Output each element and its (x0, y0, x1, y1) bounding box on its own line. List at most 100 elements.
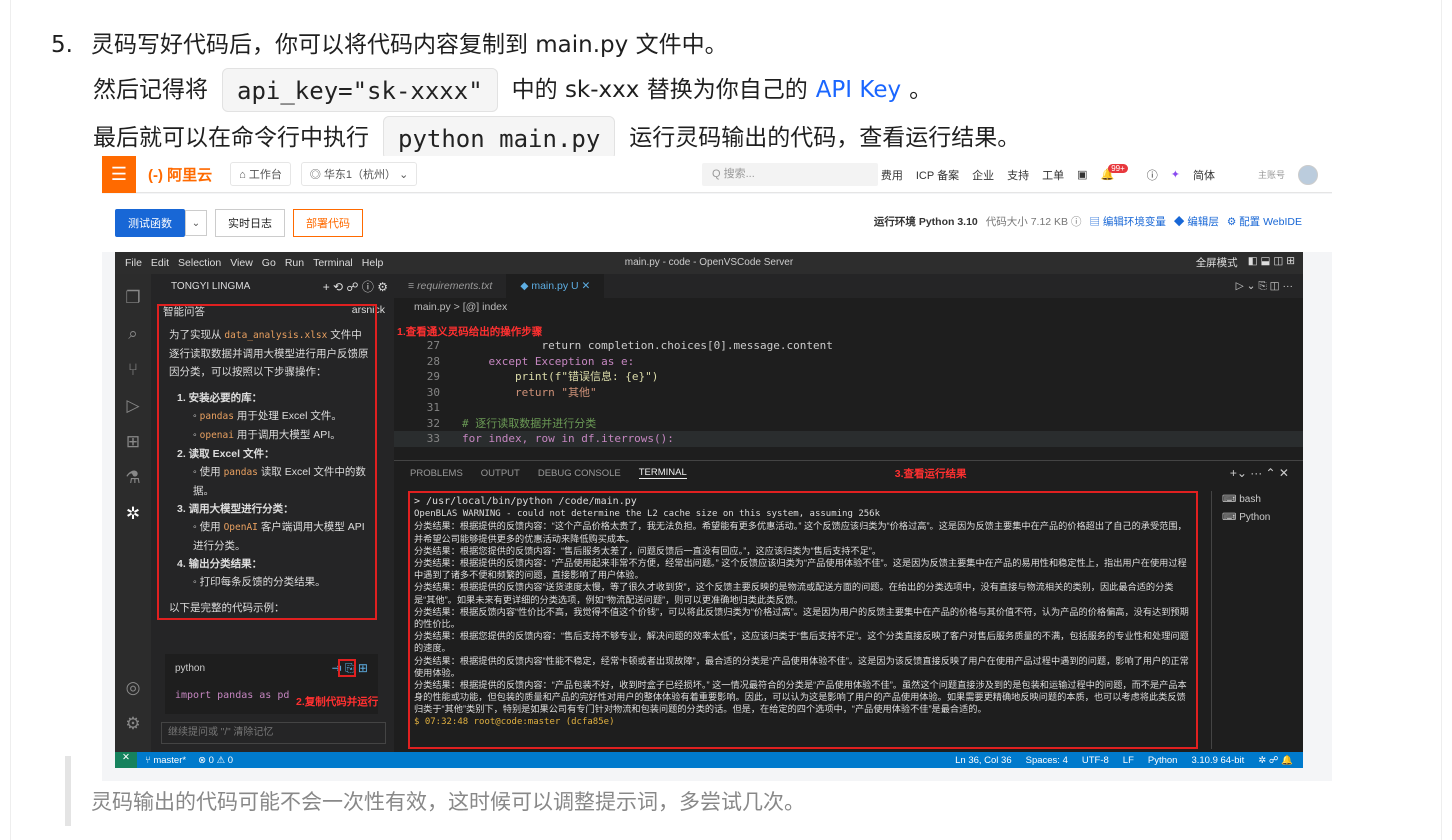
code-line: 28 except Exception as e: (426, 354, 635, 368)
nav-icp[interactable]: ICP 备案 (916, 167, 959, 183)
aliyun-logo[interactable]: (-) 阿里云 (148, 164, 212, 185)
lang-switch[interactable]: 简体 (1193, 167, 1215, 183)
tab-terminal[interactable]: TERMINAL (638, 467, 687, 479)
quote-text: 灵码输出的代码可能不会一次性有效，这时候可以调整提示词，多尝试几次。 (91, 790, 805, 814)
nav-ticket[interactable]: 工单 (1042, 167, 1064, 183)
realtime-log-button[interactable]: 实时日志 (215, 209, 285, 237)
terminal-prompt: $ 07:32:48 root@code:master (dcfa85e) (414, 716, 615, 727)
breadcrumb[interactable]: main.py > [@] index (394, 298, 1303, 316)
screenshot-image: ☰ (-) 阿里云 ⌂ 工作台 ◎ 华东1（杭州） ⌄ Q 搜索... 费用 I… (102, 156, 1332, 781)
account-label[interactable]: 主账号 (1258, 168, 1285, 181)
inline-code-command: python main.py (383, 116, 616, 160)
function-toolbar: 测试函数 ⌄ 实时日志 部署代码 运行环境 Python 3.10 代码大小 7… (102, 194, 1332, 252)
account-icon[interactable]: ◎ (121, 676, 145, 700)
tab-requirements[interactable]: ≡ requirements.txt (394, 280, 506, 292)
terminal-line: 分类结果：根据您提供的反馈内容：“售后支持不够专业，解决问题的效率太低”，这应该… (414, 631, 1189, 654)
branch-status[interactable]: ⑂ master* (145, 755, 186, 766)
encoding-status[interactable]: UTF-8 (1082, 755, 1109, 766)
problems-status[interactable]: ⊗ 0 ⚠ 0 (198, 755, 233, 766)
code-lines: 27 return completion.choices[0].message.… (394, 316, 1303, 447)
nav-enterprise[interactable]: 企业 (972, 167, 994, 183)
tongyi-lingma-icon[interactable]: ✲ (121, 502, 145, 526)
text: 。 (909, 77, 933, 103)
tab-debug-console[interactable]: DEBUG CONSOLE (538, 468, 621, 479)
search-icon[interactable]: ⌕ (121, 322, 145, 346)
annotation-label-3: 3.查看运行结果 (894, 467, 967, 480)
language-status[interactable]: Python (1148, 755, 1178, 766)
menu-icon[interactable]: ☰ (102, 156, 136, 193)
code-line: 30 return "其他" (426, 385, 597, 399)
runtime-label: 运行环境 Python 3.10 (873, 216, 978, 228)
avatar[interactable] (1298, 164, 1318, 185)
chat-step-4a: ◦ 打印每条反馈的分类结果。 (193, 576, 326, 588)
layer-link[interactable]: ◆ 编辑层 (1174, 214, 1219, 229)
code-line: 33 for index, row in df.iterrows(): (394, 431, 1303, 447)
env-var-link[interactable]: ▤ 编辑环境变量 (1089, 214, 1165, 229)
notification-badge: 99+ (1108, 164, 1128, 173)
terminal-line: 分类结果：根据提供的反馈内容“送货速度太慢，等了很久才收到货”，这个反馈主要反映… (414, 582, 1174, 605)
code-line: 31 (426, 401, 440, 414)
explorer-icon[interactable]: ❐ (121, 286, 145, 310)
indent-status[interactable]: Spaces: 4 (1026, 755, 1068, 766)
tab-output[interactable]: OUTPUT (481, 468, 520, 479)
chat-step-3a: ◦ 使用 OpenAI 客户端调用大模型 API 进行分类。 (193, 521, 365, 552)
remote-icon[interactable]: ✕ (115, 752, 137, 768)
region-select[interactable]: ◎ 华东1（杭州） ⌄ (300, 162, 418, 186)
editor-actions-icon[interactable]: ▷ ⌄ ⎘ ◫ ··· (1236, 280, 1293, 293)
run-debug-icon[interactable]: ▷ (121, 394, 145, 418)
sidebar-actions-icon[interactable]: + ⟲ ☍ ⓘ ⚙ (323, 278, 388, 295)
workbench-link[interactable]: ⌂ 工作台 (230, 162, 291, 186)
doc-page: 5. 灵码写好代码后，你可以将代码内容复制到 main.py 文件中。 然后记得… (10, 0, 1442, 840)
terminal-icon[interactable]: ▣ (1077, 168, 1087, 181)
bottom-panel: PROBLEMS OUTPUT DEBUG CONSOLE TERMINAL 3… (394, 460, 1303, 752)
step-5-line1: 5. 灵码写好代码后，你可以将代码内容复制到 main.py 文件中。 (51, 28, 728, 62)
ai-icon[interactable]: ✦ (1171, 168, 1180, 181)
chevron-down-icon[interactable]: ⌄ (185, 210, 207, 236)
status-bar: ✕ ⑂ master* ⊗ 0 ⚠ 0 Ln 36, Col 36 Spaces… (115, 752, 1303, 768)
code-line: 32 # 逐行读取数据并进行分类 (426, 416, 597, 430)
search-input[interactable]: Q 搜索... (702, 163, 878, 186)
tab-main-py[interactable]: ◆ main.py U ✕ (506, 274, 605, 298)
text: 然后记得将 (93, 77, 208, 103)
window-title: main.py - code - OpenVSCode Server (624, 257, 794, 268)
test-function-button[interactable]: 测试函数 (115, 209, 185, 237)
deploy-code-button[interactable]: 部署代码 (293, 209, 363, 237)
text: 最后就可以在命令行中执行 (93, 125, 369, 151)
webide-link[interactable]: ⚙ 配置 WebIDE (1227, 214, 1302, 229)
inline-code-api-key: api_key="sk-xxxx" (222, 68, 498, 112)
code-lang: python (175, 663, 206, 674)
layout-icon[interactable]: ◧ ⬓ ◫ ⊞ (1248, 255, 1295, 270)
terminal-list: ⌨ bash ⌨ Python (1211, 491, 1303, 749)
help-icon[interactable]: ⓘ (1147, 167, 1158, 183)
text: 运行灵码输出的代码，查看运行结果。 (629, 125, 1021, 151)
step-5-line2: 然后记得将 api_key="sk-xxxx" 中的 sk-xxx 替换为你自己… (93, 68, 932, 112)
tab-problems[interactable]: PROBLEMS (410, 468, 463, 479)
nav-fee[interactable]: 费用 (881, 167, 903, 183)
terminal-warning: OpenBLAS WARNING - could not determine t… (414, 509, 880, 520)
code-first-line: import pandas as pd (175, 690, 290, 701)
terminal-command: > /usr/local/bin/python /code/main.py (414, 496, 637, 507)
terminal-output[interactable]: > /usr/local/bin/python /code/main.py Op… (408, 491, 1198, 749)
bell-icon[interactable]: ✲ ☍ 🔔 (1258, 755, 1293, 766)
source-control-icon[interactable]: ⑂ (121, 358, 145, 382)
settings-gear-icon[interactable]: ⚙ (121, 712, 145, 736)
chat-input[interactable]: 继续提问或 "/" 清除记忆 (161, 722, 386, 744)
extensions-icon[interactable]: ⊞ (121, 430, 145, 454)
testing-icon[interactable]: ⚗ (121, 466, 145, 490)
step-text: 灵码写好代码后，你可以将代码内容复制到 main.py 文件中。 (90, 32, 728, 58)
bell-icon[interactable]: 🔔99+ (1100, 164, 1133, 181)
fullscreen-button[interactable]: 全屏模式 (1196, 255, 1238, 270)
api-key-link[interactable]: API Key (816, 73, 901, 107)
chat-step-4: 4. 输出分类结果： (177, 558, 263, 570)
terminal-bash[interactable]: ⌨ bash (1222, 491, 1303, 509)
editor-tabs: ≡ requirements.txt ◆ main.py U ✕ ▷ ⌄ ⎘ ◫… (394, 274, 1303, 298)
eol-status[interactable]: LF (1123, 755, 1134, 766)
editor-area: ≡ requirements.txt ◆ main.py U ✕ ▷ ⌄ ⎘ ◫… (394, 274, 1303, 460)
terminal-line: 分类结果：根据反馈内容“性价比不高，我觉得不值这个价钱”，可以将此反馈归类为“价… (414, 606, 1189, 630)
nav-support[interactable]: 支持 (1007, 167, 1029, 183)
topbar-right: 费用 ICP 备案 企业 支持 工单 ▣ 🔔99+ ⓘ ✦ 简体 主账号 (881, 156, 1318, 193)
terminal-python[interactable]: ⌨ Python (1222, 509, 1303, 527)
panel-actions-icon[interactable]: +⌄ ··· ⌃ ✕ (1230, 466, 1289, 480)
interpreter-status[interactable]: 3.10.9 64-bit (1191, 755, 1244, 766)
cursor-position[interactable]: Ln 36, Col 36 (955, 755, 1012, 766)
